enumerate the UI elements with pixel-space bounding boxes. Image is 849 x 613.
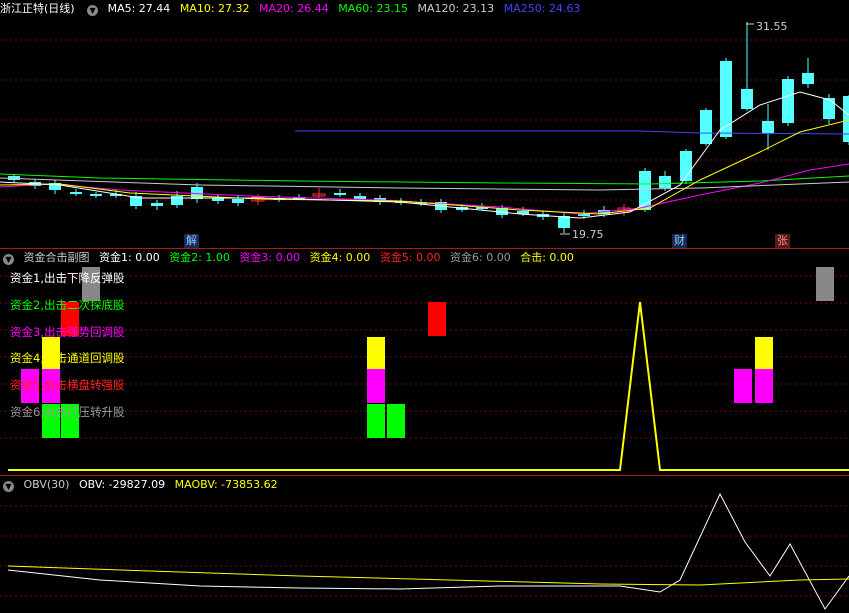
chevron-down-icon[interactable]: ▼ bbox=[3, 254, 14, 265]
candle-body bbox=[70, 192, 82, 194]
candle-body bbox=[720, 61, 732, 137]
signal-block bbox=[428, 302, 446, 336]
fund4-value: 资金4: 0.00 bbox=[309, 251, 371, 264]
candle-body bbox=[823, 98, 835, 119]
signal-block bbox=[367, 337, 385, 371]
candle-body bbox=[558, 216, 570, 228]
high-price-label: 31.55 bbox=[756, 20, 788, 33]
ma60-value: MA60: 23.15 bbox=[338, 2, 408, 15]
price-header: 浙江正特(日线) ▼ MA5: 27.44 MA10: 27.32 MA20: … bbox=[0, 0, 586, 18]
obv-title: OBV(30) bbox=[23, 478, 70, 491]
fund6-value: 资金6: 0.00 bbox=[450, 251, 511, 264]
obv-value: OBV: -29827.09 bbox=[78, 478, 166, 491]
obv-chart[interactable] bbox=[0, 476, 849, 613]
signal-block bbox=[367, 369, 385, 403]
event-marker-zhang[interactable]: 张 bbox=[775, 234, 790, 248]
moving-average-line bbox=[0, 177, 849, 191]
candle-body bbox=[354, 196, 366, 199]
ma250-value: MA250: 24.63 bbox=[503, 2, 581, 15]
event-marker-jie[interactable]: 解 bbox=[184, 234, 199, 248]
candle-body bbox=[334, 193, 346, 195]
stock-title: 浙江正特(日线) bbox=[0, 2, 75, 15]
fund6-label: 资金6,出击打压转升股 bbox=[10, 405, 125, 419]
fund2-label: 资金2,出击二次探底股 bbox=[10, 298, 125, 312]
maobv-value: MAOBV: -73853.62 bbox=[174, 478, 278, 491]
candle-body bbox=[802, 73, 814, 84]
low-price-label: 19.75 bbox=[572, 228, 604, 241]
fund2-value: 资金2: 1.00 bbox=[169, 251, 230, 264]
ma120-value: MA120: 23.13 bbox=[417, 2, 495, 15]
fund-panel[interactable]: ▼ 资金合击副图 资金1: 0.00 资金2: 1.00 资金3: 0.00 资… bbox=[0, 249, 849, 475]
ma5-value: MA5: 27.44 bbox=[107, 2, 171, 15]
candle-body bbox=[151, 203, 163, 206]
price-panel[interactable]: 浙江正特(日线) ▼ MA5: 27.44 MA10: 27.32 MA20: … bbox=[0, 0, 849, 248]
candle-body bbox=[700, 110, 712, 144]
candle-body bbox=[232, 199, 244, 203]
candlestick-chart[interactable] bbox=[0, 0, 849, 248]
candle-body bbox=[741, 89, 753, 109]
fund-header: ▼ 资金合击副图 资金1: 0.00 资金2: 1.00 资金3: 0.00 资… bbox=[0, 249, 580, 267]
fund1-label: 资金1,出击下降反弹股 bbox=[10, 271, 125, 285]
signal-block bbox=[387, 404, 405, 438]
obv-header: ▼ OBV(30) OBV: -29827.09 MAOBV: -73853.6… bbox=[0, 476, 284, 494]
signal-block bbox=[367, 404, 385, 438]
fund1-value: 资金1: 0.00 bbox=[99, 251, 160, 264]
fund3-label: 资金3,出击强势回调股 bbox=[10, 325, 125, 339]
fund-title: 资金合击副图 bbox=[23, 251, 90, 264]
combined-value: 合击: 0.00 bbox=[520, 251, 574, 264]
obv-panel[interactable]: ▼ OBV(30) OBV: -29827.09 MAOBV: -73853.6… bbox=[0, 476, 849, 613]
moving-average-line bbox=[0, 163, 849, 215]
ma10-value: MA10: 27.32 bbox=[179, 2, 250, 15]
signal-block bbox=[734, 369, 752, 403]
signal-block bbox=[755, 337, 773, 371]
fund-signal-chart[interactable] bbox=[0, 249, 849, 475]
candle-body bbox=[782, 79, 794, 123]
ma20-value: MA20: 26.44 bbox=[259, 2, 329, 15]
signal-block bbox=[816, 267, 834, 301]
event-marker-cai[interactable]: 财 bbox=[672, 234, 687, 248]
candle-body bbox=[171, 196, 183, 205]
candle-body bbox=[659, 176, 671, 188]
candle-body bbox=[762, 121, 774, 134]
candle-body bbox=[843, 96, 849, 142]
fund5-value: 资金5: 0.00 bbox=[379, 251, 441, 264]
fund5-label: 资金5,出击横盘转强股 bbox=[10, 378, 125, 392]
candle-body bbox=[90, 194, 102, 196]
chevron-down-icon[interactable]: ▼ bbox=[87, 5, 99, 16]
obv-line bbox=[7, 492, 849, 610]
signal-block bbox=[755, 369, 773, 403]
fund4-label: 资金4,出击通道回调股 bbox=[10, 351, 125, 365]
fund3-value: 资金3: 0.00 bbox=[239, 251, 301, 264]
chevron-down-icon[interactable]: ▼ bbox=[3, 481, 14, 492]
